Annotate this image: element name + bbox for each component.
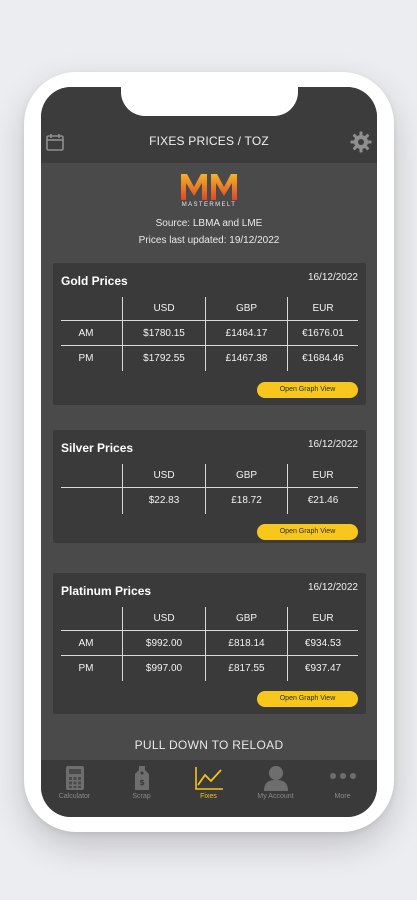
tab-label: Fixes — [200, 793, 217, 800]
tab-scrap[interactable]: $ Scrap — [108, 760, 175, 817]
platinum-prices-card: Platinum Prices 16/12/2022 USD GBP EUR A… — [53, 573, 366, 714]
silver-prices-card: Silver Prices 16/12/2022 USD GBP EUR $22… — [53, 430, 366, 543]
silver-usd: $22.83 — [148, 495, 180, 506]
column-header-gbp: GBP — [235, 303, 258, 314]
platinum-pm-usd: $997.00 — [145, 663, 183, 674]
row-label-am: AM — [78, 638, 94, 649]
card-title: Silver Prices — [61, 441, 134, 455]
gold-pm-usd: $1792.55 — [143, 353, 185, 364]
card-title: Gold Prices — [61, 274, 128, 288]
tab-more[interactable]: More — [309, 760, 376, 817]
column-header-eur: EUR — [312, 613, 334, 624]
tab-label: Calculator — [58, 793, 91, 800]
platinum-am-eur: €934.53 — [304, 638, 342, 649]
tab-calculator[interactable]: Calculator — [41, 760, 108, 817]
gold-prices-card: Gold Prices 16/12/2022 USD GBP EUR AM $1… — [53, 263, 366, 405]
logo-wordmark: MASTERMELT — [181, 202, 237, 208]
row-divider — [61, 487, 358, 488]
gold-pm-gbp: £1467.38 — [225, 353, 268, 364]
column-header-usd: USD — [153, 613, 175, 624]
column-header-eur: EUR — [312, 303, 334, 314]
gold-am-usd: $1780.15 — [143, 328, 185, 339]
gold-am-gbp: £1464.17 — [225, 328, 268, 339]
gold-pm-eur: €1684.46 — [302, 353, 344, 364]
tab-label: My Account — [257, 793, 294, 800]
row-divider — [61, 655, 358, 656]
platinum-pm-gbp: £817.55 — [228, 663, 265, 674]
open-graph-view-button[interactable]: Open Graph View — [257, 382, 358, 398]
row-label-am: AM — [78, 328, 94, 339]
column-header-gbp: GBP — [235, 613, 258, 624]
gear-icon[interactable] — [349, 130, 373, 159]
last-updated: Prices last updated: 19/12/2022 — [138, 235, 280, 246]
scrap-tag-icon: $ — [134, 766, 149, 790]
row-label-pm: PM — [78, 353, 94, 364]
tab-my-account[interactable]: My Account — [242, 760, 309, 817]
phone-notch — [121, 84, 298, 116]
tab-label: Scrap — [132, 793, 151, 800]
row-divider — [61, 630, 358, 631]
data-source: Source: LBMA and LME — [155, 218, 263, 229]
open-graph-view-button[interactable]: Open Graph View — [257, 524, 358, 540]
card-date: 16/12/2022 — [307, 272, 358, 283]
column-header-usd: USD — [153, 470, 175, 481]
card-date: 16/12/2022 — [307, 582, 358, 593]
row-divider — [61, 320, 358, 321]
more-dots-icon — [329, 773, 356, 779]
mastermelt-logo: MASTERMELT — [179, 171, 239, 208]
tab-label: More — [334, 793, 351, 800]
svg-text:$: $ — [139, 778, 145, 787]
gold-am-eur: €1676.01 — [302, 328, 344, 339]
bottom-tab-bar: Calculator $ Scrap Fixes My Account More — [41, 760, 377, 817]
row-label-pm: PM — [78, 663, 94, 674]
platinum-pm-eur: €937.47 — [304, 663, 342, 674]
column-header-gbp: GBP — [235, 470, 258, 481]
row-divider — [61, 345, 358, 346]
silver-gbp: £18.72 — [231, 495, 262, 506]
silver-eur: €21.46 — [307, 495, 339, 506]
calculator-icon — [65, 766, 84, 790]
app-screen: FIXES PRICES / TOZ MASTERMELT Source: LB… — [41, 87, 377, 817]
platinum-am-usd: $992.00 — [145, 638, 183, 649]
user-icon — [263, 766, 288, 791]
tab-fixes[interactable]: Fixes — [175, 760, 242, 817]
column-header-usd: USD — [153, 303, 175, 314]
platinum-am-gbp: £818.14 — [228, 638, 265, 649]
card-date: 16/12/2022 — [307, 439, 358, 450]
card-title: Platinum Prices — [61, 584, 152, 598]
pull-to-reload-hint: PULL DOWN TO RELOAD — [134, 738, 284, 752]
page-title: FIXES PRICES / TOZ — [149, 134, 269, 148]
column-header-eur: EUR — [312, 470, 334, 481]
open-graph-view-button[interactable]: Open Graph View — [257, 691, 358, 707]
chart-line-icon — [194, 767, 223, 790]
